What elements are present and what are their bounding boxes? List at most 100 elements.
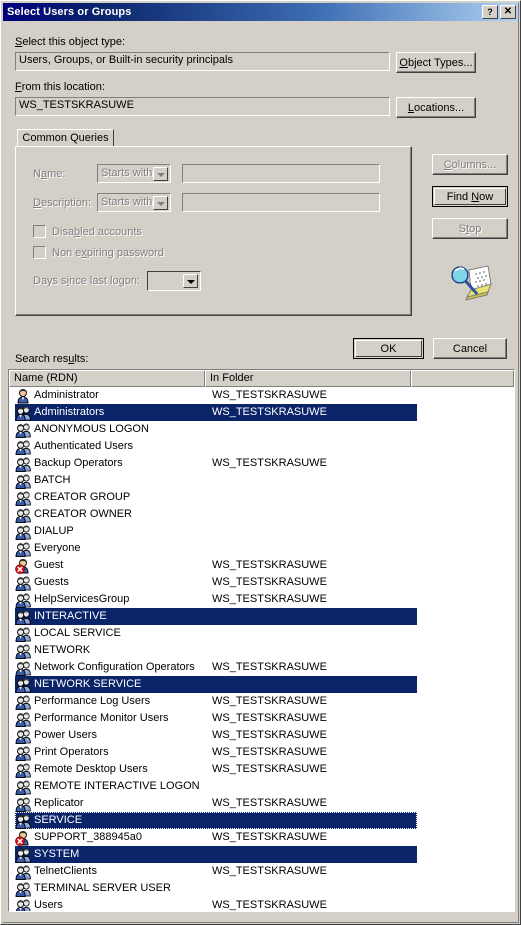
table-row[interactable]: Users WS_TESTSKRASUWE (9, 897, 514, 913)
group-icon (15, 881, 31, 897)
row-name-label: TERMINAL SERVER USER (34, 882, 171, 894)
column-header-name[interactable]: Name (RDN) (9, 370, 205, 387)
name-operator-combo[interactable]: Starts with (97, 164, 171, 183)
table-row[interactable]: HelpServicesGroup WS_TESTSKRASUWE (9, 591, 514, 608)
table-row[interactable]: Administrators WS_TESTSKRASUWE (9, 404, 514, 421)
ok-button[interactable]: OK (353, 338, 424, 359)
cell-in-folder: WS_TESTSKRASUWE (212, 831, 327, 843)
object-type-field[interactable]: Users, Groups, or Built-in security prin… (15, 52, 390, 71)
group-icon (15, 405, 31, 421)
cell-in-folder: WS_TESTSKRASUWE (212, 406, 327, 418)
chevron-down-icon[interactable] (183, 274, 198, 288)
group-icon (15, 813, 31, 829)
table-row[interactable]: LOCAL SERVICE (9, 625, 514, 642)
group-icon (15, 524, 31, 540)
table-row[interactable]: BATCH (9, 472, 514, 489)
days-since-logon-combo[interactable] (147, 271, 201, 291)
non-expiring-password-checkbox[interactable] (33, 246, 46, 259)
user-icon (15, 388, 31, 404)
chevron-down-icon[interactable] (153, 167, 168, 181)
title-bar[interactable]: Select Users or Groups ? ✕ (3, 3, 518, 21)
table-row[interactable]: CREATOR GROUP (9, 489, 514, 506)
group-icon (15, 728, 31, 744)
search-results-listview[interactable]: Name (RDN) In Folder Administrator WS_TES… (8, 369, 515, 912)
listview-header: Name (RDN) In Folder (9, 370, 514, 387)
table-row[interactable]: INTERACTIVE (9, 608, 514, 625)
cell-in-folder: WS_TESTSKRASUWE (212, 576, 327, 588)
table-row[interactable]: TelnetClients WS_TESTSKRASUWE (9, 863, 514, 880)
table-row[interactable]: TERMINAL SERVER USER (9, 880, 514, 897)
cell-in-folder: WS_TESTSKRASUWE (212, 593, 327, 605)
non-expiring-password-label: Non expiring password (52, 247, 164, 259)
cell-name: CREATOR GROUP (15, 489, 135, 506)
cell-name: Performance Monitor Users (15, 710, 174, 727)
table-row[interactable]: Backup Operators WS_TESTSKRASUWE (9, 455, 514, 472)
table-row[interactable]: Authenticated Users (9, 438, 514, 455)
table-row[interactable]: Power Users WS_TESTSKRASUWE (9, 727, 514, 744)
table-row[interactable]: SUPPORT_388945a0 WS_TESTSKRASUWE (9, 829, 514, 846)
table-row[interactable]: Guest WS_TESTSKRASUWE (9, 557, 514, 574)
table-row[interactable]: NETWORK (9, 642, 514, 659)
cell-in-folder: WS_TESTSKRASUWE (212, 712, 327, 724)
group-icon (15, 490, 31, 506)
name-operator-value: Starts with (101, 167, 153, 179)
column-header-extra[interactable] (411, 370, 514, 387)
table-row[interactable]: REMOTE INTERACTIVE LOGON (9, 778, 514, 795)
disabled-user-icon (15, 558, 31, 574)
row-name-label: BATCH (34, 474, 71, 486)
find-search-icon (447, 260, 493, 304)
group-icon (15, 456, 31, 472)
group-icon (15, 507, 31, 523)
tab-common-queries[interactable]: Common Queries (17, 129, 114, 147)
cell-name: Administrator (15, 387, 104, 404)
group-icon (15, 694, 31, 710)
locations-button[interactable]: Locations... (396, 97, 476, 118)
row-name-label: Guests (34, 576, 69, 588)
group-icon (15, 473, 31, 489)
table-row[interactable]: Print Operators WS_TESTSKRASUWE (9, 744, 514, 761)
row-name-label: Remote Desktop Users (34, 763, 148, 775)
group-icon (15, 898, 31, 913)
cell-in-folder: WS_TESTSKRASUWE (212, 746, 327, 758)
help-button[interactable]: ? (482, 5, 498, 19)
cell-name: SYSTEM (15, 846, 84, 863)
name-input[interactable] (182, 164, 380, 183)
cell-in-folder: WS_TESTSKRASUWE (212, 661, 327, 673)
object-types-button[interactable]: Object Types... (396, 52, 476, 73)
table-row[interactable]: NETWORK SERVICE (9, 676, 514, 693)
table-row[interactable]: Performance Monitor Users WS_TESTSKRASUWE (9, 710, 514, 727)
days-since-logon-label: Days since last logon: (33, 275, 141, 287)
window-title: Select Users or Groups (7, 6, 132, 18)
table-row[interactable]: SERVICE (9, 812, 514, 829)
table-row[interactable]: ANONYMOUS LOGON (9, 421, 514, 438)
group-icon (15, 609, 31, 625)
table-row[interactable]: DIALUP (9, 523, 514, 540)
column-header-in-folder[interactable]: In Folder (205, 370, 411, 387)
cancel-button-label: Cancel (452, 342, 488, 355)
location-field[interactable]: WS_TESTSKRASUWE (15, 97, 390, 116)
stop-button[interactable]: Stop (432, 218, 508, 239)
cell-in-folder: WS_TESTSKRASUWE (212, 457, 327, 469)
cancel-button[interactable]: Cancel (433, 338, 507, 359)
chevron-down-icon[interactable] (153, 196, 168, 210)
table-row[interactable]: Remote Desktop Users WS_TESTSKRASUWE (9, 761, 514, 778)
table-row[interactable]: Performance Log Users WS_TESTSKRASUWE (9, 693, 514, 710)
table-row[interactable]: Network Configuration Operators WS_TESTSK… (9, 659, 514, 676)
description-input[interactable] (182, 193, 380, 212)
close-icon[interactable]: ✕ (500, 5, 516, 19)
table-row[interactable]: Replicator WS_TESTSKRASUWE (9, 795, 514, 812)
disabled-accounts-checkbox[interactable] (33, 225, 46, 238)
row-name-label: Users (34, 899, 63, 911)
description-operator-combo[interactable]: Starts with (97, 193, 171, 212)
table-row[interactable]: CREATOR OWNER (9, 506, 514, 523)
row-name-label: Performance Log Users (34, 695, 151, 707)
row-name-label: NETWORK (34, 644, 91, 656)
table-row[interactable]: SYSTEM (9, 846, 514, 863)
find-now-button[interactable]: Find Now (432, 186, 508, 207)
table-row[interactable]: Administrator WS_TESTSKRASUWE (9, 387, 514, 404)
table-row[interactable]: Everyone (9, 540, 514, 557)
table-row[interactable]: Guests WS_TESTSKRASUWE (9, 574, 514, 591)
row-name-label: Authenticated Users (34, 440, 134, 452)
row-name-label: NETWORK SERVICE (34, 678, 142, 690)
columns-button[interactable]: Columns... (432, 154, 508, 175)
